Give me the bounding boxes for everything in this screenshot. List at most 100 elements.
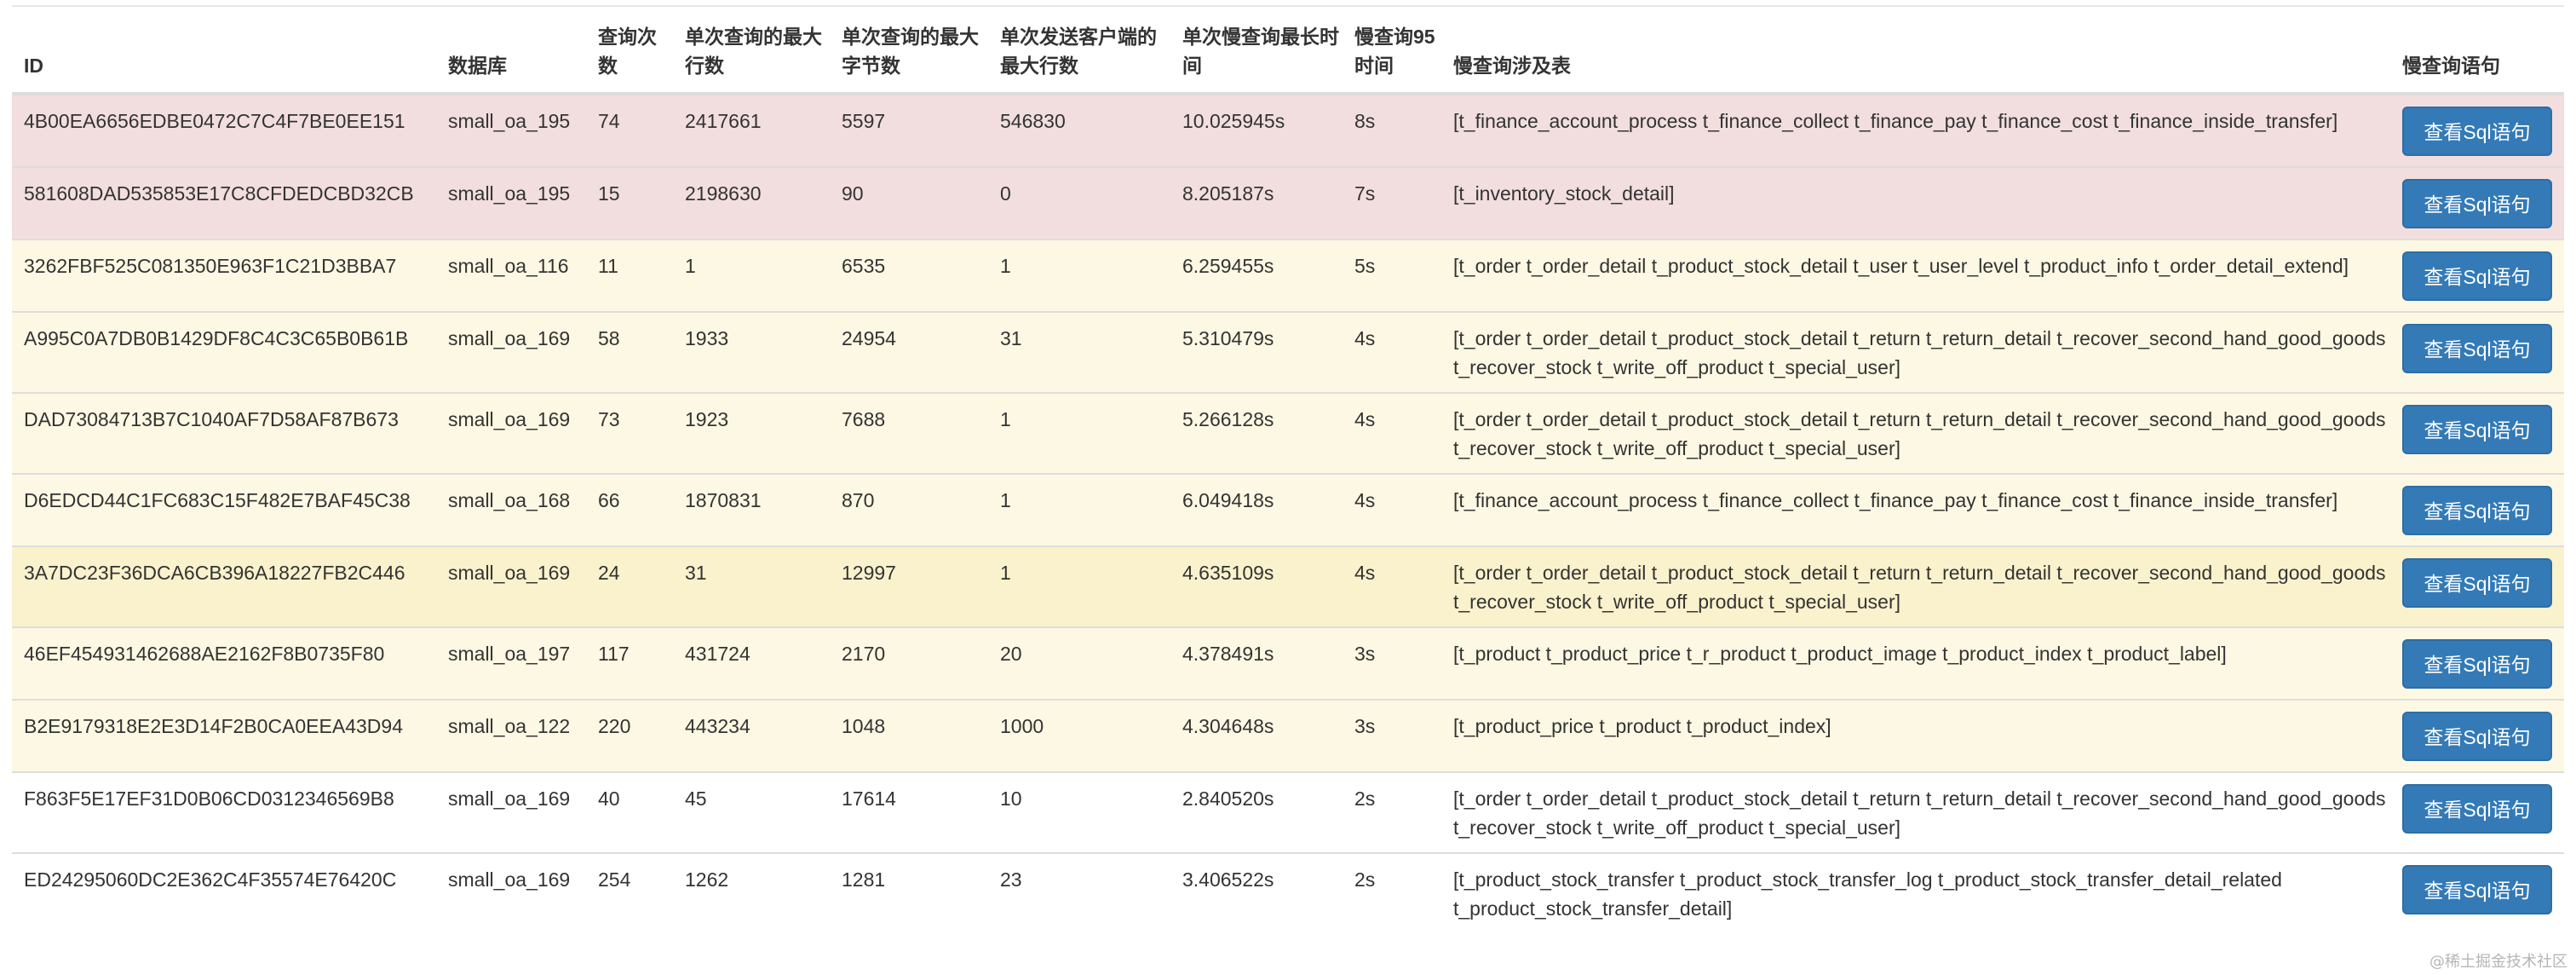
table-row: 4B00EA6656EDBE0472C7C4F7BE0EE151 small_oa… bbox=[12, 93, 2564, 167]
cell-database: small_oa_122 bbox=[436, 699, 586, 772]
cell-database: small_oa_169 bbox=[436, 771, 586, 853]
cell-max-bytes: 870 bbox=[830, 473, 988, 546]
cell-p95-time: 8s bbox=[1343, 93, 1441, 167]
cell-max-rows: 2198630 bbox=[673, 166, 830, 239]
cell-p95-time: 2s bbox=[1343, 771, 1441, 853]
cell-query-count: 117 bbox=[586, 626, 673, 700]
cell-id: DAD73084713B7C1040AF7D58AF87B673 bbox=[12, 392, 436, 474]
cell-tables: [t_finance_account_process t_finance_col… bbox=[1441, 93, 2390, 167]
cell-max-rows: 31 bbox=[673, 545, 830, 627]
cell-database: small_oa_116 bbox=[436, 239, 586, 312]
cell-max-time: 3.406522s bbox=[1170, 852, 1343, 933]
cell-id: B2E9179318E2E3D14F2B0CA0EEA43D94 bbox=[12, 699, 436, 772]
cell-id: D6EDCD44C1FC683C15F482E7BAF45C38 bbox=[12, 473, 436, 546]
cell-max-bytes: 5597 bbox=[830, 93, 988, 167]
cell-max-time: 10.025945s bbox=[1170, 93, 1343, 167]
cell-sql-action: 查看Sql语句 bbox=[2390, 473, 2564, 546]
cell-id: A995C0A7DB0B1429DF8C4C3C65B0B61B bbox=[12, 311, 436, 393]
cell-database: small_oa_169 bbox=[436, 545, 586, 627]
cell-database: small_oa_197 bbox=[436, 626, 586, 700]
cell-max-sent-rows: 1 bbox=[988, 473, 1170, 546]
view-sql-button[interactable]: 查看Sql语句 bbox=[2402, 251, 2552, 301]
cell-max-bytes: 12997 bbox=[830, 545, 988, 627]
table-row: 3A7DC23F36DCA6CB396A18227FB2C446 small_oa… bbox=[12, 545, 2564, 627]
view-sql-button[interactable]: 查看Sql语句 bbox=[2402, 107, 2552, 156]
cell-max-sent-rows: 546830 bbox=[988, 93, 1170, 167]
cell-database: small_oa_195 bbox=[436, 93, 586, 167]
cell-max-sent-rows: 0 bbox=[988, 166, 1170, 239]
table-row: A995C0A7DB0B1429DF8C4C3C65B0B61B small_oa… bbox=[12, 311, 2564, 393]
cell-p95-time: 7s bbox=[1343, 166, 1441, 239]
view-sql-button[interactable]: 查看Sql语句 bbox=[2402, 784, 2552, 834]
cell-max-rows: 1933 bbox=[673, 311, 830, 393]
header-database: 数据库 bbox=[436, 7, 586, 95]
slow-query-table: ID 数据库 查询次数 单次查询的最大行数 单次查询的最大字节数 单次发送客户端… bbox=[12, 7, 2564, 933]
cell-id: 3A7DC23F36DCA6CB396A18227FB2C446 bbox=[12, 545, 436, 627]
cell-id: 3262FBF525C081350E963F1C21D3BBA7 bbox=[12, 239, 436, 312]
cell-query-count: 11 bbox=[586, 239, 673, 312]
view-sql-button[interactable]: 查看Sql语句 bbox=[2402, 405, 2552, 454]
table-row: B2E9179318E2E3D14F2B0CA0EEA43D94 small_oa… bbox=[12, 699, 2564, 772]
cell-database: small_oa_169 bbox=[436, 392, 586, 474]
cell-p95-time: 4s bbox=[1343, 473, 1441, 546]
header-max-rows: 单次查询的最大行数 bbox=[673, 7, 830, 95]
cell-database: small_oa_169 bbox=[436, 852, 586, 933]
view-sql-button[interactable]: 查看Sql语句 bbox=[2402, 179, 2552, 228]
cell-tables: [t_product_price t_product t_product_ind… bbox=[1441, 699, 2390, 772]
view-sql-button[interactable]: 查看Sql语句 bbox=[2402, 324, 2552, 373]
cell-database: small_oa_168 bbox=[436, 473, 586, 546]
header-id: ID bbox=[12, 7, 436, 95]
table-row: ED24295060DC2E362C4F35574E76420C small_oa… bbox=[12, 852, 2564, 933]
cell-max-rows: 1923 bbox=[673, 392, 830, 474]
cell-id: 46EF454931462688AE2162F8B0735F80 bbox=[12, 626, 436, 700]
cell-max-sent-rows: 1 bbox=[988, 239, 1170, 312]
view-sql-button[interactable]: 查看Sql语句 bbox=[2402, 639, 2552, 689]
cell-max-time: 5.266128s bbox=[1170, 392, 1343, 474]
cell-sql-action: 查看Sql语句 bbox=[2390, 699, 2564, 772]
cell-max-sent-rows: 20 bbox=[988, 626, 1170, 700]
cell-query-count: 254 bbox=[586, 852, 673, 933]
view-sql-button[interactable]: 查看Sql语句 bbox=[2402, 712, 2552, 761]
table-row: DAD73084713B7C1040AF7D58AF87B673 small_oa… bbox=[12, 392, 2564, 474]
cell-max-time: 5.310479s bbox=[1170, 311, 1343, 393]
cell-max-time: 6.259455s bbox=[1170, 239, 1343, 312]
cell-sql-action: 查看Sql语句 bbox=[2390, 392, 2564, 474]
cell-p95-time: 4s bbox=[1343, 311, 1441, 393]
header-p95-time: 慢查询95时间 bbox=[1343, 7, 1441, 95]
view-sql-button[interactable]: 查看Sql语句 bbox=[2402, 558, 2552, 608]
cell-query-count: 40 bbox=[586, 771, 673, 853]
cell-tables: [t_inventory_stock_detail] bbox=[1441, 166, 2390, 239]
cell-sql-action: 查看Sql语句 bbox=[2390, 771, 2564, 853]
table-row: F863F5E17EF31D0B06CD0312346569B8 small_oa… bbox=[12, 771, 2564, 853]
view-sql-button[interactable]: 查看Sql语句 bbox=[2402, 865, 2552, 914]
cell-tables: [t_product t_product_price t_r_product t… bbox=[1441, 626, 2390, 700]
cell-max-sent-rows: 23 bbox=[988, 852, 1170, 933]
cell-max-rows: 45 bbox=[673, 771, 830, 853]
cell-max-sent-rows: 10 bbox=[988, 771, 1170, 853]
cell-max-bytes: 24954 bbox=[830, 311, 988, 393]
cell-max-time: 8.205187s bbox=[1170, 166, 1343, 239]
view-sql-button[interactable]: 查看Sql语句 bbox=[2402, 486, 2552, 535]
cell-tables: [t_order t_order_detail t_product_stock_… bbox=[1441, 392, 2390, 474]
cell-query-count: 220 bbox=[586, 699, 673, 772]
cell-max-bytes: 7688 bbox=[830, 392, 988, 474]
cell-sql-action: 查看Sql语句 bbox=[2390, 93, 2564, 167]
cell-p95-time: 4s bbox=[1343, 392, 1441, 474]
header-query-count: 查询次数 bbox=[586, 7, 673, 95]
cell-tables: [t_order t_order_detail t_product_stock_… bbox=[1441, 771, 2390, 853]
cell-max-bytes: 2170 bbox=[830, 626, 988, 700]
cell-sql-action: 查看Sql语句 bbox=[2390, 545, 2564, 627]
table-body: 4B00EA6656EDBE0472C7C4F7BE0EE151 small_oa… bbox=[12, 93, 2564, 933]
cell-sql-action: 查看Sql语句 bbox=[2390, 239, 2564, 312]
cell-p95-time: 5s bbox=[1343, 239, 1441, 312]
cell-p95-time: 2s bbox=[1343, 852, 1441, 933]
header-sql: 慢查询语句 bbox=[2390, 7, 2564, 95]
cell-max-time: 4.378491s bbox=[1170, 626, 1343, 700]
cell-max-time: 4.304648s bbox=[1170, 699, 1343, 772]
cell-query-count: 73 bbox=[586, 392, 673, 474]
cell-max-sent-rows: 1 bbox=[988, 545, 1170, 627]
header-max-bytes: 单次查询的最大字节数 bbox=[830, 7, 988, 95]
cell-p95-time: 3s bbox=[1343, 626, 1441, 700]
cell-max-sent-rows: 31 bbox=[988, 311, 1170, 393]
cell-id: F863F5E17EF31D0B06CD0312346569B8 bbox=[12, 771, 436, 853]
